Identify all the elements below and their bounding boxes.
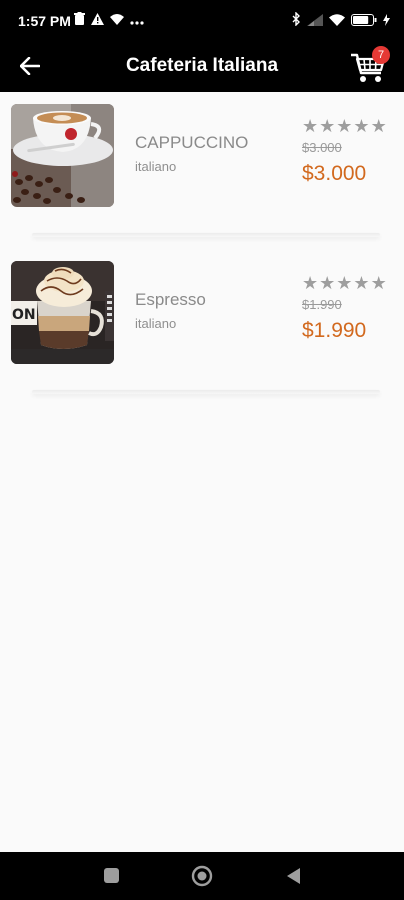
star-icon: ★ [336, 273, 353, 293]
product-subtitle: italiano [135, 316, 177, 331]
delete-icon [74, 12, 85, 30]
system-nav-bar [0, 852, 404, 900]
status-right-icons [292, 11, 390, 31]
product-image-espresso: ON [11, 261, 114, 364]
product-subtitle: italiano [135, 159, 177, 174]
battery-icon [351, 13, 377, 31]
status-left-icons [74, 12, 144, 30]
page-title: Cafeteria Italiana [125, 55, 279, 76]
card-divider [32, 390, 380, 394]
star-icon: ★ [353, 273, 370, 293]
cart-count-badge: 7 [372, 46, 390, 64]
home-circle-icon [190, 865, 214, 892]
star-icon: ★ [302, 273, 319, 293]
product-list: CAPPUCCINO italiano ★ ★ ★ ★ ★ $3.000 $3.… [0, 92, 404, 406]
wifi-icon [110, 12, 124, 30]
signal-icon [307, 13, 323, 31]
product-image-cappuccino [11, 104, 114, 207]
star-icon: ★ [370, 273, 387, 293]
wifi-icon [329, 13, 345, 31]
back-triangle-icon [282, 868, 306, 892]
more-dots-icon [130, 12, 144, 30]
product-name: CAPPUCCINO [135, 133, 249, 152]
recents-square-icon [100, 868, 124, 892]
star-icon: ★ [319, 273, 336, 293]
product-card-cappuccino[interactable]: CAPPUCCINO italiano ★ ★ ★ ★ ★ $3.000 $3.… [0, 92, 404, 249]
bluetooth-icon [292, 11, 301, 31]
app-bar: Cafeteria Italiana 7 [0, 44, 404, 92]
star-icon: ★ [370, 116, 387, 136]
star-icon: ★ [353, 116, 370, 136]
charging-icon [383, 13, 390, 31]
star-icon: ★ [336, 116, 353, 136]
svg-text:ON: ON [12, 307, 36, 323]
rating-stars: ★ ★ ★ ★ ★ [302, 274, 387, 292]
warning-icon [91, 12, 104, 30]
status-time: 1:57 PM [18, 13, 71, 29]
star-icon: ★ [302, 116, 319, 136]
old-price: $1.990 [302, 297, 342, 312]
price: $1.990 [302, 319, 367, 342]
card-divider [32, 233, 380, 237]
product-name: Espresso [135, 290, 206, 309]
home-button[interactable] [190, 864, 214, 888]
product-card-espresso[interactable]: ON Espresso italiano ★ ★ ★ ★ ★ $1.990 $1… [0, 249, 404, 406]
status-bar: 1:57 PM [0, 0, 404, 44]
back-nav-button[interactable] [282, 864, 306, 888]
cart-button[interactable]: 7 [348, 46, 394, 90]
rating-stars: ★ ★ ★ ★ ★ [302, 117, 387, 135]
recents-button[interactable] [100, 864, 124, 888]
star-icon: ★ [319, 116, 336, 136]
price: $3.000 [302, 162, 367, 185]
old-price: $3.000 [302, 140, 342, 155]
